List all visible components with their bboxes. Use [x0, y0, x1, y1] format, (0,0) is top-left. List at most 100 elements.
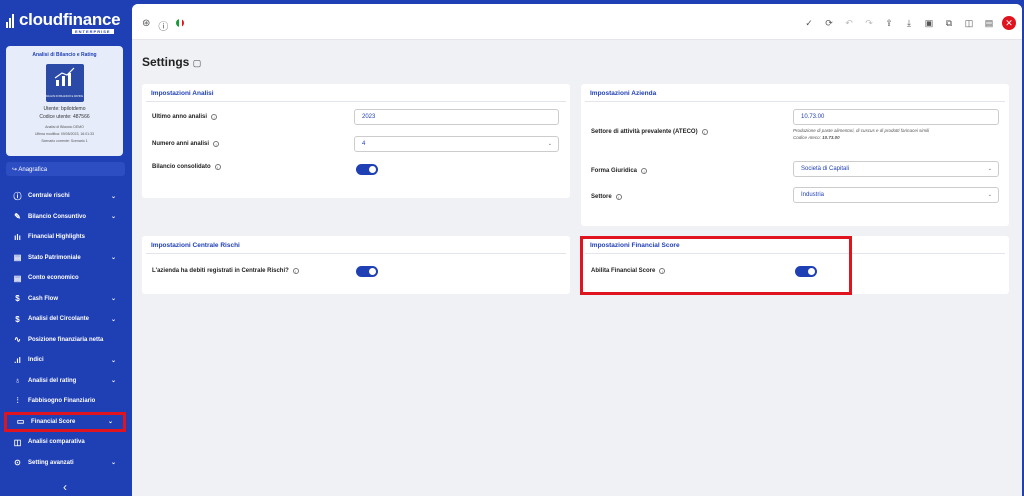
ateco-label: Settore di attività prevalente (ATECO) — [591, 129, 698, 135]
forma-giuridica-value: Società di Capitali — [801, 166, 850, 172]
numero-anni-value: 4 — [362, 141, 366, 147]
sidebar-item-label: Indici — [28, 357, 44, 364]
info-icon[interactable]: i — [213, 141, 220, 147]
split-view-icon[interactable]: ◫ — [962, 18, 976, 29]
info-icon[interactable]: i — [641, 168, 648, 174]
report-icon[interactable]: ▤ — [982, 18, 996, 29]
upload-icon[interactable]: ⇪ — [882, 18, 896, 29]
forma-giuridica-row: Forma Giuridica i — [591, 168, 648, 174]
refresh-icon[interactable]: ⟳ — [822, 18, 836, 29]
sidebar-item-anagrafica[interactable]: ↪ Anagrafica — [6, 162, 125, 176]
sidebar-item-financial-score[interactable]: ▭ Financial Score ⌄ — [4, 411, 126, 432]
settore-select[interactable]: Industria ⌄ — [793, 187, 999, 203]
divider — [146, 253, 566, 254]
sidebar-item-stato-patrimoniale[interactable]: ▤ Stato Patrimoniale ⌄ — [4, 248, 126, 269]
panel-header: Impostazioni Azienda — [590, 90, 657, 97]
back-icon: ↪ — [12, 167, 18, 173]
top-toolbar: ⊛ ⓘ ✓ ⟳ ↶ ↷ ⇪ ⤓ ▣ ⧉ ◫ ▤ ✕ — [132, 4, 1022, 40]
sidebar-item-label: Financial Highlights — [28, 234, 86, 241]
sidebar-item-centrale-rischi[interactable]: ⓘ Centrale rischi ⌄ — [4, 186, 126, 207]
sidebar-item-financial-highlights[interactable]: ılı Financial Highlights — [4, 227, 126, 248]
debiti-label: L'azienda ha debiti registrati in Centra… — [152, 268, 289, 274]
ateco-desc-text: Produzione di paste alimentari, di cuscu… — [793, 128, 930, 133]
ultimo-anno-input[interactable]: 2023 — [354, 109, 559, 125]
info-icon[interactable]: i — [615, 194, 622, 200]
panel-impostazioni-azienda: Impostazioni Azienda Settore di attività… — [581, 84, 1009, 226]
sidebar-item-cash-flow[interactable]: $ Cash Flow ⌄ — [4, 289, 126, 310]
sidebar-item-label: Analisi del Circolante — [28, 316, 90, 323]
chevron-left-icon: ‹ — [63, 480, 67, 494]
sidebar-item-setting-avanzati[interactable]: ⊙ Setting avanzati ⌄ — [4, 453, 126, 474]
page-title: Settings ▢ — [142, 55, 201, 69]
sidebar-item-label: Conto economico — [28, 275, 79, 282]
ateco-code-prefix: Codice Ateco: — [793, 135, 823, 140]
ateco-code: 10.73.00 — [822, 135, 840, 140]
page-title-text: Settings — [142, 55, 190, 69]
ultimo-anno-row: Ultimo anno analisi i — [152, 114, 218, 120]
chevron-down-icon: ⌄ — [987, 166, 992, 172]
save-icon[interactable]: ▣ — [922, 18, 936, 29]
chevron-down-icon: ⌄ — [547, 141, 552, 147]
ateco-input[interactable]: 10.73.00 — [793, 109, 999, 125]
sidebar-item-conto-economico[interactable]: ▤ Conto economico — [4, 268, 126, 289]
close-icon[interactable]: ✕ — [1002, 16, 1016, 30]
chevron-down-icon: ⌄ — [110, 296, 116, 303]
bar-chart-icon: ılı — [14, 232, 21, 242]
forma-giuridica-select[interactable]: Società di Capitali ⌄ — [793, 161, 999, 177]
brand-logo[interactable]: cloudfinance ENTERPRISE — [6, 10, 124, 34]
growth-chart-icon — [54, 67, 74, 86]
chevron-down-icon: ⌄ — [110, 378, 116, 385]
italian-flag-icon[interactable] — [176, 19, 185, 27]
chevron-down-icon: ⌄ — [110, 255, 116, 262]
sidebar-item-bilancio-consuntivo[interactable]: ✎ Bilancio Consuntivo ⌄ — [4, 207, 126, 228]
sidebar-item-label: Financial Score — [31, 418, 76, 425]
ultimo-anno-label: Ultimo anno analisi — [152, 114, 208, 120]
debiti-row: L'azienda ha debiti registrati in Centra… — [152, 268, 299, 274]
info-icon[interactable]: i — [701, 129, 708, 135]
chevron-down-icon: ⌄ — [110, 357, 116, 364]
bar-chart-icon: .ıl — [14, 355, 21, 365]
panel-header: Impostazioni Centrale Rischi — [151, 242, 240, 249]
info-icon[interactable]: i — [214, 164, 221, 170]
debiti-centrale-rischi-toggle[interactable] — [356, 266, 378, 277]
copy-icon[interactable]: ⧉ — [942, 18, 956, 29]
sidebar-item-label: Fabbisogno Finanziario — [28, 398, 96, 405]
numero-anni-select[interactable]: 4 ⌄ — [354, 136, 559, 152]
card-code: Codice utente: 487566 — [39, 114, 90, 120]
logo-bars-icon — [6, 14, 15, 28]
sidebar-item-fabbisogno[interactable]: ⫶ Fabbisogno Finanziario — [4, 391, 126, 412]
help-icon[interactable]: ⓘ — [158, 18, 168, 33]
collapse-sidebar-button[interactable]: ‹ — [0, 480, 130, 496]
support-icon[interactable]: ⊛ — [142, 18, 150, 33]
info-icon[interactable]: i — [292, 268, 299, 274]
redo-icon[interactable]: ↷ — [862, 18, 876, 29]
check-icon[interactable]: ✓ — [802, 18, 816, 29]
sidebar-item-posizione-finanziaria[interactable]: ∿ Posizione finanziaria netta — [4, 330, 126, 351]
card-user: Utente: bpilotdemo — [43, 106, 86, 112]
ateco-description: Produzione di paste alimentari, di cuscu… — [793, 127, 999, 141]
chevron-down-icon: ⌄ — [110, 316, 116, 323]
ateco-row: Settore di attività prevalente (ATECO) i — [591, 129, 708, 135]
settore-value: Industria — [801, 192, 825, 198]
sidebar-item-label: Centrale rischi — [28, 193, 70, 200]
info-icon[interactable]: i — [211, 114, 218, 120]
monitor-icon: ▭ — [16, 417, 25, 427]
brand-name: cloudfinance — [19, 10, 121, 29]
sliders-icon: ⫶ — [16, 396, 19, 406]
book-icon[interactable]: ▢ — [193, 58, 202, 68]
sidebar-item-label: Analisi comparativa — [28, 439, 85, 446]
award-icon: ♁ — [14, 376, 21, 386]
bilancio-consolidato-toggle[interactable] — [356, 164, 378, 175]
sidebar-item-analisi-rating[interactable]: ♁ Analisi del rating ⌄ — [4, 371, 126, 392]
sidebar-item-label: Analisi del rating — [28, 377, 77, 384]
card-scenario: Scenario corrente: Scenario 1 — [41, 139, 88, 143]
panel-impostazioni-analisi: Impostazioni Analisi Ultimo anno analisi… — [142, 84, 570, 198]
numero-anni-row: Numero anni analisi i — [152, 141, 220, 147]
sidebar-item-label: Cash Flow — [28, 295, 59, 302]
sidebar-item-analisi-comparativa[interactable]: ◫ Analisi comparativa — [4, 432, 126, 453]
undo-icon[interactable]: ↶ — [842, 18, 856, 29]
sidebar-item-indici[interactable]: .ıl Indici ⌄ — [4, 350, 126, 371]
sidebar-item-analisi-circolante[interactable]: $ Analisi del Circolante ⌄ — [4, 309, 126, 330]
settore-label: Settore — [591, 194, 612, 200]
download-icon[interactable]: ⤓ — [902, 18, 916, 29]
